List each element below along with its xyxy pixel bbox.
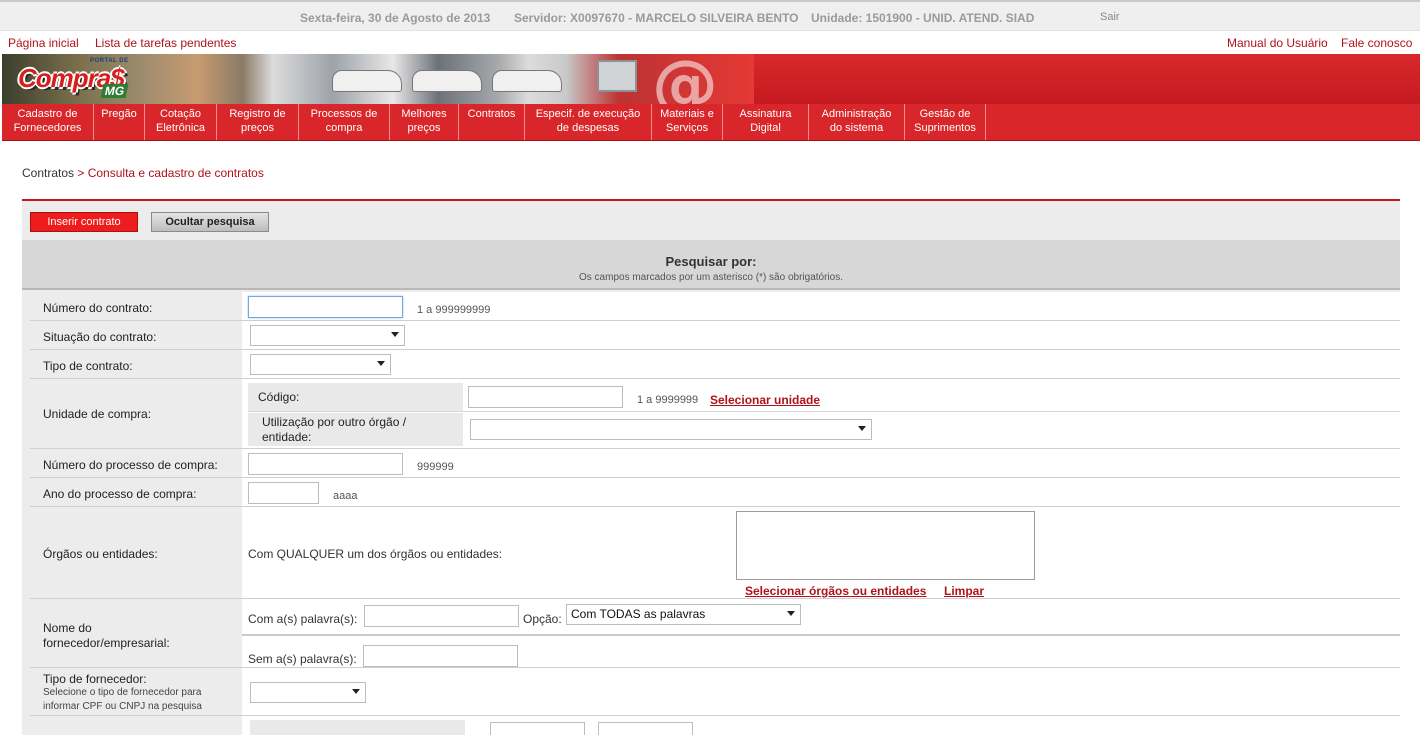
contract-type-label: Tipo de contrato: bbox=[43, 359, 133, 373]
chevron-down-icon bbox=[377, 361, 385, 366]
other-agency-label-line1: Utilização por outro órgão / bbox=[262, 415, 407, 429]
supplier-type-help-line1: Selecione o tipo de fornecedor para bbox=[43, 687, 202, 698]
process-number-hint: 999999 bbox=[417, 461, 454, 473]
hide-search-button[interactable]: Ocultar pesquisa bbox=[151, 212, 269, 232]
supplier-name-row: Nome do fornecedor/empresarial: Com a(s)… bbox=[30, 599, 1400, 668]
other-agency-label-cell: Utilização por outro órgão / entidade: bbox=[248, 413, 463, 446]
contract-status-row: Situação do contrato: bbox=[30, 321, 1400, 350]
other-agency-label-line2: entidade: bbox=[262, 430, 312, 444]
breadcrumb-root[interactable]: Contratos bbox=[22, 166, 74, 180]
supplier-type-row: Tipo de fornecedor: Selecione o tipo de … bbox=[30, 668, 1400, 716]
main-menu: Cadastro de Fornecedores Pregão Cotação El… bbox=[2, 104, 1420, 141]
menu-gestao-suprimentos[interactable]: Gestão de Suprimentos bbox=[905, 104, 986, 140]
menu-melhores-precos[interactable]: Melhores preços bbox=[390, 104, 459, 140]
without-words-label: Sem a(s) palavra(s): bbox=[248, 652, 357, 666]
menu-assinatura-digital[interactable]: Assinatura Digital bbox=[723, 104, 809, 140]
contract-number-hint: 1 a 999999999 bbox=[417, 304, 491, 316]
process-number-row: Número do processo de compra: 999999 bbox=[30, 449, 1400, 478]
menu-pregao[interactable]: Pregão bbox=[94, 104, 145, 140]
partial-sublabel-cell bbox=[250, 720, 465, 735]
partial-input-2[interactable] bbox=[598, 722, 693, 735]
search-title: Pesquisar por: bbox=[665, 254, 757, 269]
clear-agencies-link[interactable]: Limpar bbox=[944, 584, 984, 598]
supplier-type-select[interactable] bbox=[250, 682, 366, 703]
menu-cadastro-fornecedores[interactable]: Cadastro de Fornecedores bbox=[2, 104, 94, 140]
purchase-unit-row: Unidade de compra: Código: 1 a 9999999 S… bbox=[30, 379, 1400, 449]
menu-contratos[interactable]: Contratos bbox=[459, 104, 525, 140]
menu-cotacao-eletronica[interactable]: Cotação Eletrônica bbox=[145, 104, 217, 140]
select-agencies-link[interactable]: Selecionar órgãos ou entidades bbox=[745, 584, 926, 598]
utility-links: Página inicial Lista de tarefas pendente… bbox=[0, 31, 1420, 54]
breadcrumb: Contratos > Consulta e cadastro de contr… bbox=[22, 166, 264, 180]
pending-tasks-link[interactable]: Lista de tarefas pendentes bbox=[95, 36, 236, 50]
at-sign-icon: @ bbox=[652, 54, 718, 104]
current-unit: Unidade: 1501900 - UNID. ATEND. SIAD bbox=[811, 11, 1035, 25]
car-shape bbox=[412, 70, 482, 92]
supplier-type-help-line2: informar CPF ou CNPJ na pesquisa bbox=[43, 701, 202, 712]
contract-number-label: Número do contrato: bbox=[43, 301, 153, 315]
home-link[interactable]: Página inicial bbox=[8, 36, 79, 50]
unit-code-hint: 1 a 9999999 bbox=[637, 394, 699, 406]
process-number-input[interactable] bbox=[248, 453, 403, 475]
agencies-row: Órgãos ou entidades: Com QUALQUER um dos… bbox=[30, 507, 1400, 599]
process-number-label: Número do processo de compra: bbox=[43, 458, 218, 472]
unit-code-label: Código: bbox=[258, 390, 300, 404]
contract-number-input[interactable] bbox=[248, 296, 403, 318]
search-subtitle: Os campos marcados por um asterisco (*) … bbox=[579, 272, 843, 283]
unit-code-input[interactable] bbox=[468, 386, 623, 408]
supplier-name-label-line2: fornecedor/empresarial: bbox=[43, 636, 170, 650]
partial-input-1[interactable] bbox=[490, 722, 585, 735]
supplier-name-label-line1: Nome do bbox=[43, 621, 92, 635]
contract-number-row: Número do contrato: 1 a 999999999 bbox=[30, 292, 1400, 321]
purchase-unit-label: Unidade de compra: bbox=[43, 407, 152, 421]
car-shape bbox=[332, 70, 402, 92]
without-words-input[interactable] bbox=[363, 645, 518, 667]
unit-code-label-cell: Código: bbox=[248, 383, 463, 411]
with-words-input[interactable] bbox=[364, 605, 519, 627]
contract-status-select[interactable] bbox=[250, 325, 405, 346]
session-info-bar: Sexta-feira, 30 de Agosto de 2013 Servid… bbox=[0, 0, 1420, 31]
computer-monitor-shape bbox=[597, 60, 637, 92]
contact-link[interactable]: Fale conosco bbox=[1341, 36, 1412, 50]
process-year-label: Ano do processo de compra: bbox=[43, 487, 197, 501]
server-user: Servidor: X0097670 - MARCELO SILVEIRA BE… bbox=[514, 11, 799, 25]
next-row-partial bbox=[30, 716, 1400, 735]
contract-type-row: Tipo de contrato: bbox=[30, 350, 1400, 379]
contract-type-select[interactable] bbox=[250, 354, 391, 375]
logout-link[interactable]: Sair bbox=[1100, 11, 1120, 23]
breadcrumb-separator: > bbox=[74, 166, 88, 180]
chevron-down-icon bbox=[352, 689, 360, 694]
car-shape bbox=[492, 70, 562, 92]
select-unit-link[interactable]: Selecionar unidade bbox=[710, 393, 820, 407]
option-label: Opção: bbox=[523, 612, 562, 626]
menu-registro-precos[interactable]: Registro de preços bbox=[217, 104, 299, 140]
agencies-label: Órgãos ou entidades: bbox=[43, 547, 158, 561]
contract-status-label: Situação do contrato: bbox=[43, 330, 157, 344]
portal-compras-logo[interactable]: PORTAL DE Compra$ MG bbox=[10, 58, 148, 100]
breadcrumb-current: Consulta e cadastro de contratos bbox=[87, 166, 264, 180]
user-manual-link[interactable]: Manual do Usuário bbox=[1227, 36, 1328, 50]
supplier-type-label: Tipo de fornecedor: bbox=[43, 672, 147, 686]
chevron-down-icon bbox=[391, 332, 399, 337]
search-panel: Inserir contrato Ocultar pesquisa Pesqui… bbox=[22, 201, 1400, 735]
process-year-input[interactable] bbox=[248, 482, 319, 504]
agencies-list-box[interactable] bbox=[736, 511, 1035, 580]
search-header: Pesquisar por: Os campos marcados por um… bbox=[22, 240, 1400, 290]
with-words-label: Com a(s) palavra(s): bbox=[248, 612, 358, 626]
process-year-hint: aaaa bbox=[333, 490, 358, 502]
current-date: Sexta-feira, 30 de Agosto de 2013 bbox=[300, 11, 491, 25]
word-option-select[interactable]: Com TODAS as palavras bbox=[566, 604, 801, 625]
menu-administracao-sistema[interactable]: Administração do sistema bbox=[809, 104, 905, 140]
menu-processos-compra[interactable]: Processos de compra bbox=[299, 104, 390, 140]
menu-especif-execucao-despesas[interactable]: Especif. de execução de despesas bbox=[525, 104, 652, 140]
insert-contract-button[interactable]: Inserir contrato bbox=[30, 212, 138, 232]
other-agency-select[interactable] bbox=[470, 419, 872, 440]
process-year-row: Ano do processo de compra: aaaa bbox=[30, 478, 1400, 507]
menu-materiais-servicos[interactable]: Materiais e Serviços bbox=[652, 104, 723, 140]
chevron-down-icon bbox=[858, 426, 866, 431]
header-banner: @ PORTAL DE Compra$ MG bbox=[2, 54, 1420, 104]
agencies-text: Com QUALQUER um dos órgãos ou entidades: bbox=[248, 547, 503, 561]
chevron-down-icon bbox=[787, 611, 795, 616]
